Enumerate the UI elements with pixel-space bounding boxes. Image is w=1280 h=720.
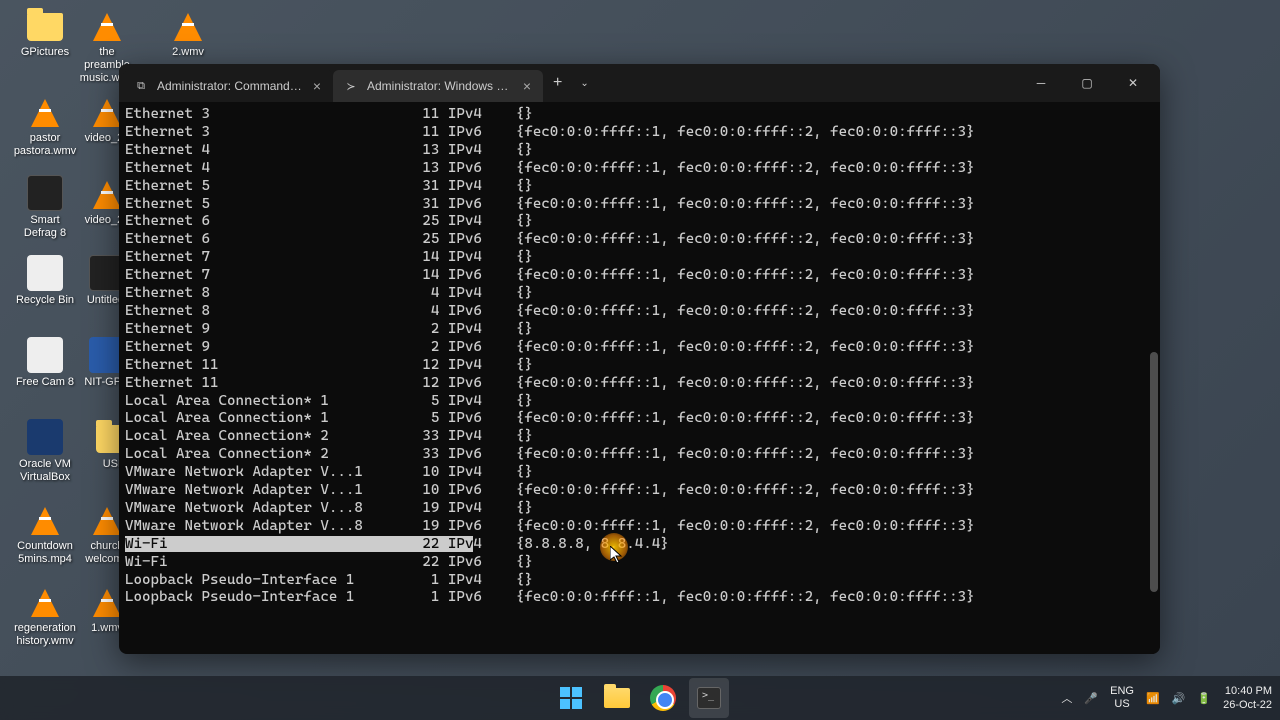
chrome-button[interactable] [643, 678, 683, 718]
output-row: VMware Network Adapter V...1 10 IPv6 {fe… [125, 482, 1154, 500]
start-button[interactable] [551, 678, 591, 718]
vlc-icon [93, 589, 121, 617]
desktop-icon-label: Free Cam 8 [13, 376, 77, 389]
output-row: Local Area Connection* 2 33 IPv6 {fec0:0… [125, 446, 1154, 464]
microphone-icon[interactable]: 🎤 [1084, 692, 1098, 705]
output-row: Ethernet 4 13 IPv4 {} [125, 142, 1154, 160]
output-row: Ethernet 11 12 IPv4 {} [125, 357, 1154, 375]
vlc-icon [31, 507, 59, 535]
vlc-icon [31, 99, 59, 127]
desktop-icon-label: Oracle VM VirtualBox [13, 458, 77, 484]
desktop-icon[interactable]: Free Cam 8 [13, 334, 77, 389]
output-row: VMware Network Adapter V...8 19 IPv4 {} [125, 500, 1154, 518]
output-row: VMware Network Adapter V...1 10 IPv4 {} [125, 464, 1154, 482]
output-row: Ethernet 6 25 IPv4 {} [125, 213, 1154, 231]
chrome-icon [650, 685, 676, 711]
vlc-icon [93, 13, 121, 41]
tab-shell-icon: ≻ [343, 78, 359, 94]
maximize-button[interactable]: ▢ [1064, 67, 1110, 99]
output-row: Ethernet 6 25 IPv6 {fec0:0:0:ffff::1, fe… [125, 231, 1154, 249]
output-row: Loopback Pseudo-Interface 1 1 IPv6 {fec0… [125, 589, 1154, 607]
output-row: Local Area Connection* 1 5 IPv4 {} [125, 393, 1154, 411]
output-row: Ethernet 3 11 IPv6 {fec0:0:0:ffff::1, fe… [125, 124, 1154, 142]
desktop-icon-label: Smart Defrag 8 [13, 214, 77, 240]
desktop-icon[interactable]: Countdown 5mins.mp4 [13, 498, 77, 566]
output-row: Ethernet 7 14 IPv4 {} [125, 249, 1154, 267]
desktop-icon-label: pastor pastora.wmv [13, 132, 77, 158]
selection: Wi-Fi 22 IPv [125, 536, 473, 552]
wifi-icon[interactable]: 📶 [1146, 692, 1160, 705]
titlebar: ⧉ Administrator: Command Prom × ≻ Administra… [119, 64, 1160, 102]
app-icon [27, 175, 63, 211]
app-icon [27, 337, 63, 373]
output-row: Wi-Fi 22 IPv6 {} [125, 554, 1154, 572]
lang-code: ENG [1110, 685, 1134, 698]
desktop-icon-label: Countdown 5mins.mp4 [13, 540, 77, 566]
scrollbar-track[interactable] [1148, 102, 1160, 654]
tab-title: Administrator: Windows Powe [367, 79, 513, 93]
terminal-taskbar-button[interactable] [689, 678, 729, 718]
terminal-tab[interactable]: ⧉ Administrator: Command Prom × [123, 70, 333, 102]
output-row: Ethernet 8 4 IPv4 {} [125, 285, 1154, 303]
terminal-icon [697, 687, 721, 709]
desktop-icon-label: Recycle Bin [13, 294, 77, 307]
output-row: Loopback Pseudo-Interface 1 1 IPv4 {} [125, 572, 1154, 590]
terminal-window: ⧉ Administrator: Command Prom × ≻ Administra… [119, 64, 1160, 654]
desktop-icon-label: GPictures [13, 46, 77, 59]
vlc-icon [31, 589, 59, 617]
output-row: Ethernet 3 11 IPv4 {} [125, 106, 1154, 124]
terminal-tab[interactable]: ≻ Administrator: Windows Powe × [333, 70, 543, 102]
output-row: Ethernet 9 2 IPv4 {} [125, 321, 1154, 339]
vlc-icon [93, 181, 121, 209]
output-row: VMware Network Adapter V...8 19 IPv6 {fe… [125, 518, 1154, 536]
tab-dropdown-button[interactable]: ⌄ [572, 78, 596, 89]
minimize-button[interactable]: ─ [1018, 67, 1064, 99]
tray-chevron-icon[interactable]: ︿ [1061, 690, 1072, 706]
terminal-output[interactable]: Ethernet 3 11 IPv4 {}Ethernet 3 11 IPv6 … [119, 102, 1160, 654]
desktop-icon[interactable]: Recycle Bin [13, 252, 77, 307]
desktop-icon-label: regeneration history.wmv [13, 622, 77, 648]
output-row: Local Area Connection* 2 33 IPv4 {} [125, 428, 1154, 446]
virtualbox-icon [27, 419, 63, 455]
tab-title: Administrator: Command Prom [157, 79, 303, 93]
output-row: Ethernet 9 2 IPv6 {fec0:0:0:ffff::1, fec… [125, 339, 1154, 357]
clock-date: 26-Oct-22 [1223, 698, 1272, 712]
desktop-icon[interactable]: 2.wmv [156, 4, 220, 59]
scrollbar-thumb[interactable] [1150, 352, 1158, 592]
lang-region: US [1110, 698, 1134, 711]
close-tab-button[interactable]: × [521, 78, 533, 94]
desktop-icon[interactable]: pastor pastora.wmv [13, 90, 77, 158]
vlc-icon [174, 13, 202, 41]
desktop-icon-label: 2.wmv [156, 46, 220, 59]
taskbar: ︿ 🎤 ENG US 📶 🔊 🔋 10:40 PM 26-Oct-22 [0, 676, 1280, 720]
output-row: Ethernet 5 31 IPv6 {fec0:0:0:ffff::1, fe… [125, 196, 1154, 214]
output-row: Ethernet 11 12 IPv6 {fec0:0:0:ffff::1, f… [125, 375, 1154, 393]
language-indicator[interactable]: ENG US [1110, 685, 1134, 711]
clock-time: 10:40 PM [1223, 684, 1272, 698]
volume-icon[interactable]: 🔊 [1172, 692, 1186, 705]
output-row: Ethernet 5 31 IPv4 {} [125, 178, 1154, 196]
desktop-icon[interactable]: regeneration history.wmv [13, 580, 77, 648]
desktop-icon[interactable]: GPictures [13, 4, 77, 59]
folder-icon [27, 13, 63, 41]
battery-icon[interactable]: 🔋 [1197, 692, 1211, 705]
output-row: Local Area Connection* 1 5 IPv6 {fec0:0:… [125, 410, 1154, 428]
folder-icon [604, 688, 630, 708]
output-row: Ethernet 7 14 IPv6 {fec0:0:0:ffff::1, fe… [125, 267, 1154, 285]
output-row: Ethernet 8 4 IPv6 {fec0:0:0:ffff::1, fec… [125, 303, 1154, 321]
file-explorer-button[interactable] [597, 678, 637, 718]
windows-logo-icon [560, 687, 582, 709]
new-tab-button[interactable]: + [543, 74, 572, 92]
close-window-button[interactable]: ✕ [1110, 67, 1156, 99]
desktop-icon[interactable]: Oracle VM VirtualBox [13, 416, 77, 484]
clock[interactable]: 10:40 PM 26-Oct-22 [1223, 684, 1272, 713]
tab-shell-icon: ⧉ [133, 78, 149, 94]
vlc-icon [93, 507, 121, 535]
close-tab-button[interactable]: × [311, 78, 323, 94]
vlc-icon [93, 99, 121, 127]
output-row: Wi-Fi 22 IPv4 {8.8.8.8, 8.8.4.4} [125, 536, 1154, 554]
output-row: Ethernet 4 13 IPv6 {fec0:0:0:ffff::1, fe… [125, 160, 1154, 178]
app-icon [27, 255, 63, 291]
desktop-icon[interactable]: Smart Defrag 8 [13, 172, 77, 240]
